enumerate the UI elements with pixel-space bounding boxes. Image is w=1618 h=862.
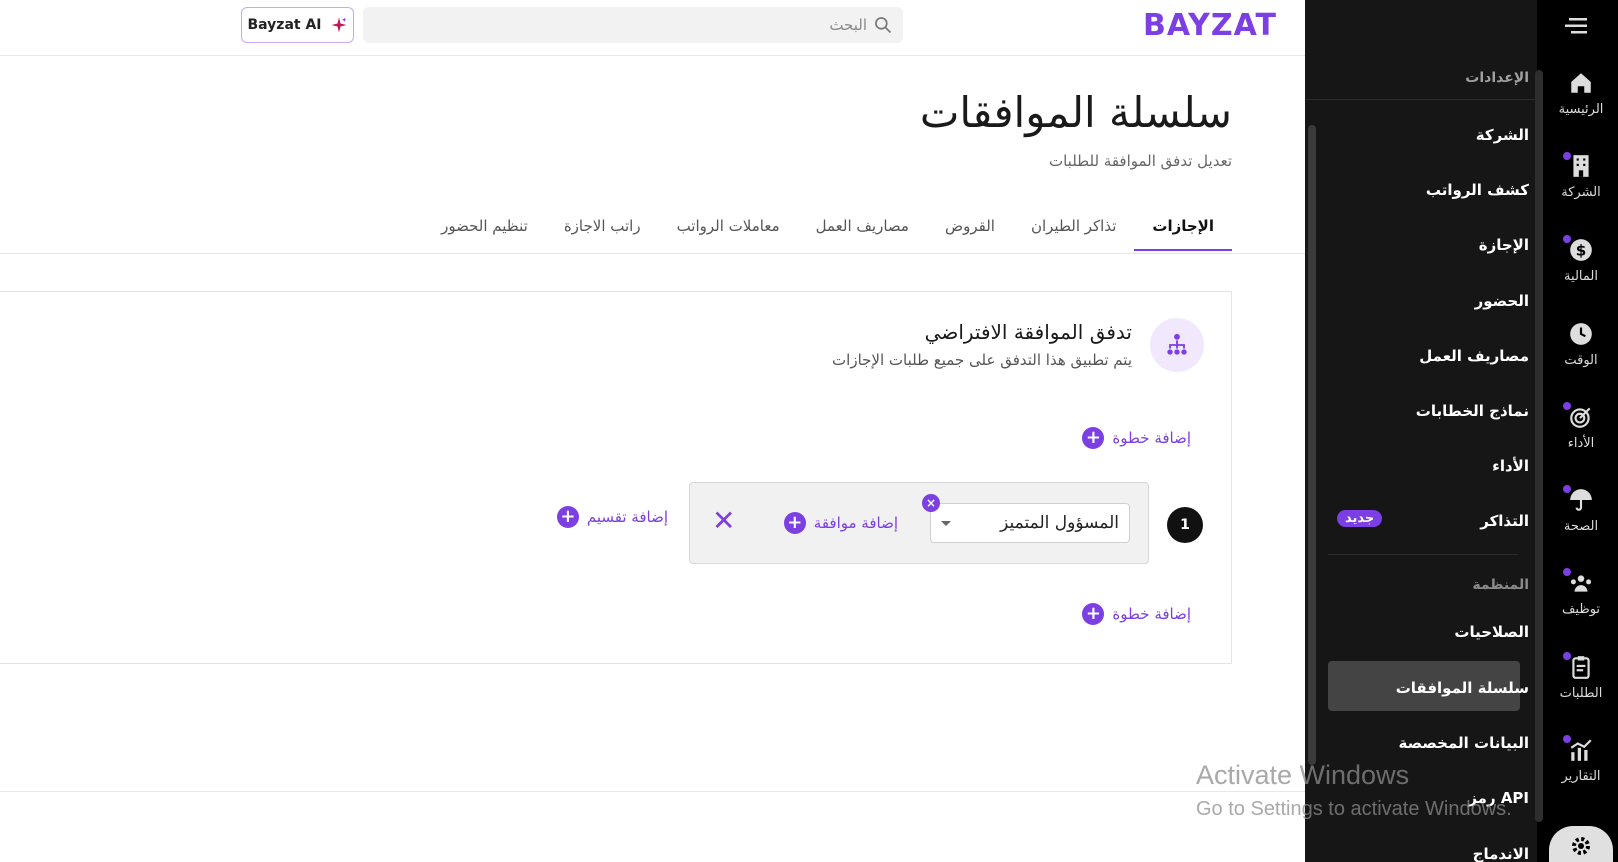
tab-expenses[interactable]: مصاريف العمل bbox=[798, 205, 927, 251]
nav-label: التقارير bbox=[1561, 769, 1601, 784]
svg-text:$: $ bbox=[1576, 241, 1587, 259]
nav-performance[interactable]: الأداء bbox=[1545, 404, 1617, 451]
step-number: 1 bbox=[1167, 507, 1203, 543]
nav-label: الطلبات bbox=[1559, 686, 1603, 701]
nav-label: الصحة bbox=[1563, 519, 1599, 534]
nav-reports[interactable]: التقارير bbox=[1545, 737, 1617, 784]
settings-item-attendance[interactable]: الحضور bbox=[1475, 292, 1529, 310]
settings-header: الإعدادات bbox=[1465, 70, 1529, 86]
umbrella-heart-icon bbox=[1570, 489, 1592, 511]
target-icon bbox=[1570, 407, 1591, 428]
approver-select[interactable]: المسؤول المتميز bbox=[930, 503, 1130, 543]
settings-item-custom-data[interactable]: البيانات المخصصة bbox=[1398, 734, 1529, 752]
gear-icon bbox=[1572, 837, 1590, 855]
search-icon bbox=[875, 17, 892, 34]
add-step-button[interactable]: + إضافة خطوة bbox=[1082, 427, 1191, 449]
add-step-button-bottom[interactable]: + إضافة خطوة bbox=[1082, 603, 1191, 625]
flow-description: يتم تطبيق هذا التدفق على جميع طلبات الإج… bbox=[832, 351, 1132, 369]
add-approval-button[interactable]: + إضافة موافقة bbox=[783, 512, 898, 534]
approval-flow-card: تدفق الموافقة الافتراضي يتم تطبيق هذا ال… bbox=[0, 291, 1232, 664]
approver-value: المسؤول المتميز bbox=[1000, 513, 1119, 533]
close-icon[interactable]: ✕ bbox=[712, 507, 735, 535]
footer-divider bbox=[0, 791, 1305, 792]
bayzat-ai-button[interactable]: Bayzat AI bbox=[241, 7, 354, 43]
settings-header-divider bbox=[1305, 99, 1537, 100]
plus-icon: + bbox=[1082, 427, 1105, 449]
clipboard-icon bbox=[1572, 656, 1590, 679]
add-step-label: إضافة خطوة bbox=[1112, 429, 1191, 447]
settings-nav-button[interactable] bbox=[1549, 826, 1613, 862]
nav-label: الوقت bbox=[1564, 353, 1598, 368]
settings-item-permissions[interactable]: الصلاحيات bbox=[1454, 623, 1529, 641]
dollar-icon: $ bbox=[1570, 239, 1592, 261]
top-bar: BAYZAT البحث Bayzat AI bbox=[0, 0, 1305, 56]
page-title: سلسلة الموافقات bbox=[919, 88, 1232, 137]
nav-finance[interactable]: $ المالية bbox=[1545, 237, 1617, 284]
clock-icon bbox=[1570, 323, 1592, 345]
request-type-tabs: الإجازات تذاكر الطيران القروض مصاريف الع… bbox=[423, 205, 1232, 251]
remove-approver-icon[interactable]: × bbox=[922, 494, 940, 512]
nav-label: الرئيسية bbox=[1558, 102, 1604, 117]
org-section-header: المنظمة bbox=[1472, 577, 1529, 593]
nav-requests[interactable]: الطلبات bbox=[1545, 654, 1617, 701]
flow-icon bbox=[1150, 318, 1204, 372]
tab-loans[interactable]: القروض bbox=[927, 205, 1013, 251]
settings-item-company[interactable]: الشركة bbox=[1476, 126, 1529, 144]
chevron-down-icon bbox=[941, 521, 951, 526]
step-approvers-box: المسؤول المتميز × + إضافة موافقة ✕ bbox=[689, 482, 1149, 564]
add-split-label: إضافة تقسيم bbox=[586, 508, 668, 526]
tab-leave-salary[interactable]: راتب الاجازة bbox=[546, 205, 659, 251]
add-approval-label: إضافة موافقة bbox=[813, 514, 898, 532]
home-icon bbox=[1571, 73, 1591, 93]
tab-leaves[interactable]: الإجازات bbox=[1134, 205, 1232, 251]
search-placeholder: البحث bbox=[829, 16, 867, 34]
settings-item-performance[interactable]: الأداء bbox=[1492, 457, 1529, 475]
nav-company[interactable]: الشركة bbox=[1545, 153, 1617, 200]
nav-health[interactable]: الصحة bbox=[1545, 487, 1617, 534]
menu-icon[interactable] bbox=[1565, 16, 1589, 36]
nav-time[interactable]: الوقت bbox=[1545, 321, 1617, 368]
org-section-divider bbox=[1328, 554, 1518, 555]
nav-label: الشركة bbox=[1561, 185, 1601, 200]
add-step-label: إضافة خطوة bbox=[1112, 605, 1191, 623]
nav-home[interactable]: الرئيسية bbox=[1545, 70, 1617, 117]
nav-recruitment[interactable]: توظيف bbox=[1545, 570, 1617, 617]
bayzat-logo[interactable]: BAYZAT bbox=[1143, 8, 1277, 43]
activate-windows-watermark: Activate Windows bbox=[1196, 760, 1410, 790]
settings-item-letter-templates[interactable]: نماذج الخطابات bbox=[1416, 402, 1529, 420]
plus-icon: + bbox=[783, 512, 806, 534]
nav-scrollbar[interactable] bbox=[1535, 70, 1543, 822]
chart-icon bbox=[1570, 739, 1592, 761]
bayzat-ai-label: Bayzat AI bbox=[247, 17, 322, 33]
nav-label: الأداء bbox=[1567, 436, 1595, 451]
nav-label: توظيف bbox=[1561, 602, 1601, 617]
settings-panel: الإعدادات الشركة كشف الرواتب الإجازة الح… bbox=[1305, 0, 1537, 862]
tab-air-tickets[interactable]: تذاكر الطيران bbox=[1013, 205, 1134, 251]
settings-item-approval-chain[interactable]: سلسلة الموافقات bbox=[1396, 679, 1529, 697]
building-icon bbox=[1573, 155, 1589, 177]
settings-item-expenses[interactable]: مصاريف العمل bbox=[1419, 347, 1529, 365]
plus-icon: + bbox=[1082, 603, 1105, 625]
settings-scrollbar[interactable] bbox=[1308, 125, 1316, 765]
nav-label: المالية bbox=[1564, 269, 1598, 284]
activate-windows-hint: Go to Settings to activate Windows. bbox=[1196, 798, 1512, 820]
tabs-divider bbox=[0, 253, 1305, 254]
hierarchy-icon bbox=[1167, 333, 1187, 355]
page-subtitle: تعديل تدفق الموافقة للطلبات bbox=[1048, 152, 1232, 170]
new-badge: جديد bbox=[1337, 510, 1383, 527]
tab-payroll-transactions[interactable]: معاملات الرواتب bbox=[659, 205, 798, 251]
sparkle-icon bbox=[331, 17, 347, 33]
tab-attendance-regularization[interactable]: تنظيم الحضور bbox=[423, 205, 546, 251]
people-icon bbox=[1570, 575, 1592, 592]
plus-icon: + bbox=[556, 506, 579, 528]
search-input[interactable]: البحث bbox=[363, 7, 903, 43]
flow-title: تدفق الموافقة الافتراضي bbox=[924, 320, 1132, 344]
settings-item-tickets[interactable]: التذاكر bbox=[1480, 512, 1529, 530]
settings-item-payroll[interactable]: كشف الرواتب bbox=[1426, 181, 1529, 199]
settings-item-integration[interactable]: الاندماج bbox=[1473, 845, 1529, 862]
add-split-button[interactable]: + إضافة تقسيم bbox=[556, 506, 668, 528]
settings-item-leave[interactable]: الإجازة bbox=[1479, 236, 1529, 254]
